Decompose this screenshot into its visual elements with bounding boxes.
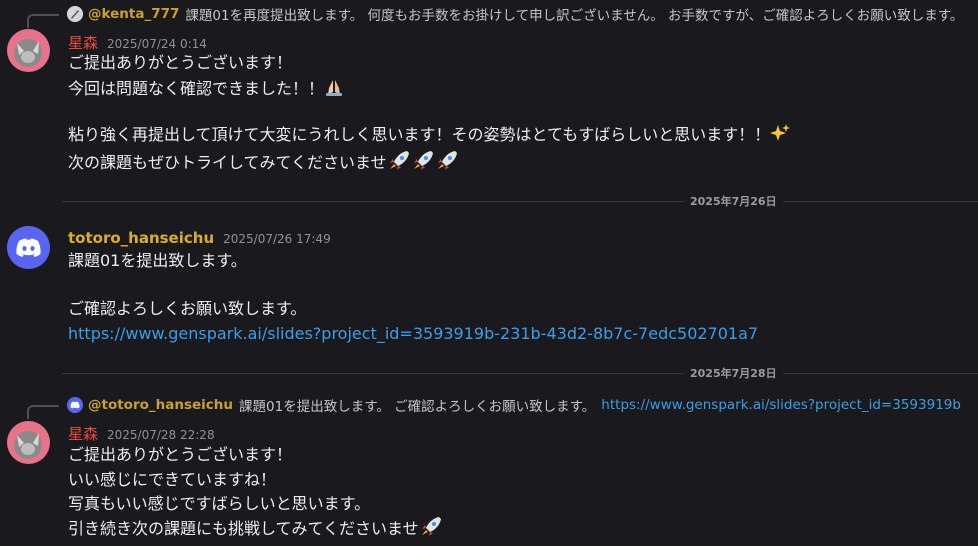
author-name[interactable]: 星森 — [68, 423, 98, 444]
author-name[interactable]: 星森 — [68, 32, 98, 53]
date-divider — [62, 201, 978, 202]
avatar[interactable] — [7, 29, 50, 72]
reply-connector — [27, 14, 59, 28]
rocket-emoji — [387, 149, 411, 177]
discord-logo-icon — [67, 397, 83, 413]
reply-author[interactable]: @totoro_hanseichu — [88, 397, 233, 413]
folded-hands-emoji — [324, 77, 344, 103]
reply-connector — [27, 405, 59, 419]
message-header: 星森 2025/07/24 0:14 — [68, 32, 207, 53]
message-line: 課題01を提出致します。 — [68, 251, 247, 270]
message-line: 写真もいい感じですばらしいと思います。 — [68, 494, 371, 513]
message-2[interactable]: totoro_hanseichu 2025/07/26 17:49 課題01を提… — [0, 212, 978, 362]
discord-logo-icon[interactable] — [7, 226, 50, 269]
reply-preview[interactable]: @kenta_777 課題01を再度提出致します。 何度もお手数をお掛けして申し… — [67, 3, 963, 25]
message-line: ご提出ありがとうございます！ — [68, 53, 293, 72]
reply-author[interactable]: @kenta_777 — [88, 6, 179, 22]
message-header: 星森 2025/07/28 22:28 — [68, 423, 215, 444]
reply-preview[interactable]: @totoro_hanseichu 課題01を提出致します。 ご確認よろしくお願… — [67, 394, 961, 416]
message-line: いい感じにできていますね！ — [68, 470, 277, 489]
message-line: 引き続き次の課題にも挑戦してみてくださいませ — [68, 515, 443, 543]
message-line: ご提出ありがとうございます！ — [68, 445, 293, 464]
rocket-emoji — [411, 149, 435, 177]
message-line: 次の課題もぜひトライしてみてくださいませ — [68, 149, 459, 177]
timestamp[interactable]: 2025/07/26 17:49 — [223, 232, 331, 246]
rocket-emoji — [435, 149, 459, 177]
reply-text: 課題01を再度提出致します。 何度もお手数をお掛けして申し訳ございません。 お手… — [185, 8, 964, 24]
date-divider-label: 2025年7月26日 — [684, 193, 783, 209]
rocket-emoji — [419, 515, 443, 543]
date-divider — [62, 373, 978, 374]
reply-text: 課題01を提出致します。 ご確認よろしくお願い致します。 — [239, 399, 596, 415]
reply-link[interactable]: https://www.genspark.ai/slides?project_i… — [601, 397, 961, 413]
timestamp[interactable]: 2025/07/28 22:28 — [107, 428, 215, 442]
message-header: totoro_hanseichu 2025/07/26 17:49 — [68, 229, 331, 247]
message-link[interactable]: https://www.genspark.ai/slides?project_i… — [68, 322, 758, 345]
message-3[interactable]: @totoro_hanseichu 課題01を提出致します。 ご確認よろしくお願… — [0, 385, 978, 546]
message-line: ご確認よろしくお願い致します。 — [68, 299, 307, 318]
date-divider-label: 2025年7月28日 — [684, 365, 783, 381]
message-1[interactable]: @kenta_777 課題01を再度提出致します。 何度もお手数をお掛けして申し… — [0, 0, 978, 190]
timestamp[interactable]: 2025/07/24 0:14 — [107, 37, 207, 51]
author-name[interactable]: totoro_hanseichu — [68, 229, 214, 247]
message-line: 今回は問題なく確認できました！！ — [68, 77, 344, 103]
avatar[interactable] — [7, 421, 50, 464]
message-line: 粘り強く再提出して頂けて大変にうれしく思います！その姿勢はとてもすばらしいと思い… — [68, 123, 791, 149]
reply-avatar — [67, 6, 83, 22]
chat-messages: @kenta_777 課題01を再度提出致します。 何度もお手数をお掛けして申し… — [0, 0, 978, 546]
sparkles-emoji — [770, 123, 791, 149]
